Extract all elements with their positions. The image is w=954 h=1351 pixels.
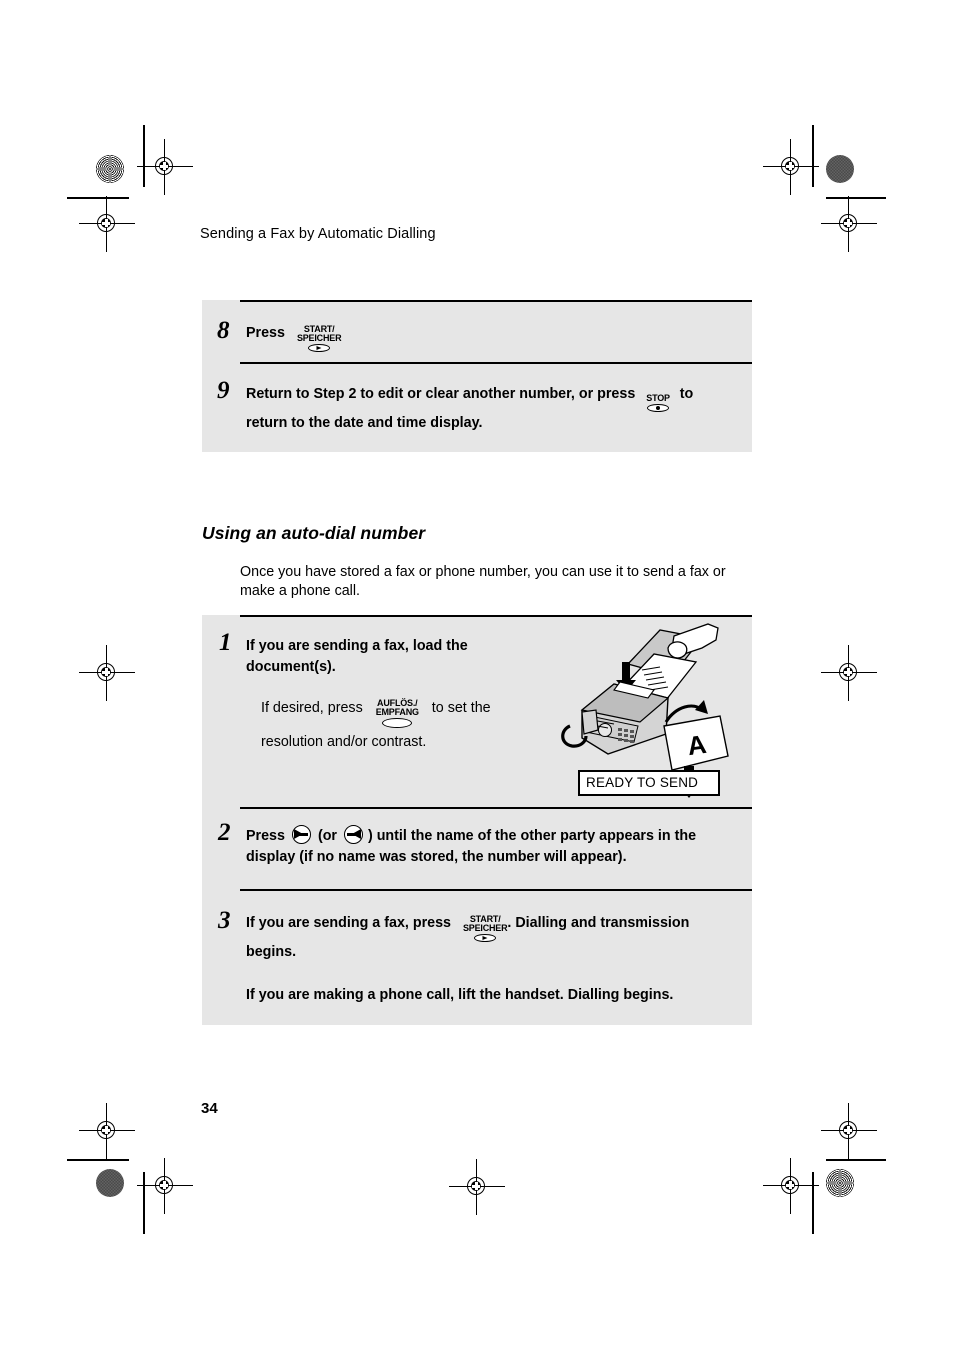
lcd-display-text: READY TO SEND (586, 775, 699, 790)
start-speicher-key-step3-label-line2: SPEICHER (462, 923, 508, 933)
crop-line-bottom-right-horizontal (826, 1159, 886, 1161)
aufloes-empfang-key-oval (382, 718, 413, 728)
start-speicher-key-oval (308, 344, 331, 352)
halftone-patch-bottom-right (826, 1169, 854, 1197)
rule-above-step-2 (240, 807, 752, 809)
section-heading: Using an auto-dial number (202, 523, 426, 543)
left-arrow-key[interactable] (343, 825, 363, 844)
step-3-text-before: If you are sending a fax, press (246, 915, 451, 931)
step-3-body: If you are sending a fax, press START/ S… (246, 913, 746, 1006)
step-8-text-before: Press (246, 325, 285, 341)
step-number-9: 9 (217, 377, 230, 404)
step-number-8: 8 (217, 317, 230, 344)
registration-mark-bottom-right-inner (763, 1158, 819, 1214)
step-3-line2: begins. (246, 944, 297, 960)
step-2-text-middle: (or (317, 828, 337, 844)
step-8-body: Press START/ SPEICHER (246, 323, 746, 352)
halftone-patch-bottom-left (96, 1169, 124, 1197)
step-2-text-after: ) until the name of the other party appe… (367, 828, 697, 844)
registration-mark-bottom-center (449, 1159, 505, 1215)
rule-above-step-3 (240, 889, 752, 891)
step-number-2: 2 (218, 819, 231, 846)
registration-mark-top-right-inner (763, 139, 819, 195)
right-arrow-key[interactable] (291, 825, 311, 844)
right-arrow-head-icon (293, 829, 303, 840)
crop-line-bottom-right-vertical (812, 1172, 814, 1234)
lcd-display: READY TO SEND (578, 770, 720, 796)
step-1-substep: If desired, press AUFLÖS./ EMPFANG to se… (261, 694, 561, 756)
start-speicher-key-step3-oval (474, 934, 497, 942)
triangle-icon (316, 346, 322, 350)
dot-icon (656, 406, 661, 410)
step-3-line3: If you are making a phone call, lift the… (246, 987, 674, 1003)
registration-mark-top-left-outer (79, 196, 135, 252)
crop-line-bottom-left-horizontal (67, 1159, 129, 1161)
stop-key[interactable]: STOP (646, 393, 670, 412)
crop-line-top-left-vertical (143, 125, 145, 187)
step-9-text-before: Return to Step 2 to edit or clear anothe… (246, 386, 636, 402)
step-2-text-before: Press (246, 828, 285, 844)
left-arrow-head-icon (351, 829, 361, 840)
halftone-patch-top-right (826, 155, 854, 183)
crop-line-bottom-left-vertical (143, 1172, 145, 1234)
section-intro-text: Once you have stored a fax or phone numb… (240, 564, 726, 599)
aufloes-empfang-key-label-line2: EMPFANG (375, 707, 419, 717)
registration-mark-mid-right (821, 645, 877, 701)
step-9-line2: return to the date and time display. (246, 415, 483, 431)
step-2-body: Press (or ) until the name of the other … (246, 825, 746, 868)
start-speicher-key[interactable]: START/ SPEICHER (296, 324, 342, 352)
start-speicher-key-label-line2: SPEICHER (296, 333, 342, 343)
step-number-1: 1 (219, 629, 232, 656)
step-1-sub-text-before: If desired, press (261, 700, 363, 716)
registration-mark-bottom-left-outer (79, 1103, 135, 1159)
start-speicher-key-step3[interactable]: START/ SPEICHER (462, 914, 508, 942)
registration-mark-bottom-right-outer (821, 1103, 877, 1159)
step-number-3: 3 (218, 907, 231, 934)
running-head: Sending a Fax by Automatic Dialling (200, 226, 436, 242)
page-number: 34 (201, 1100, 218, 1117)
stop-key-label: STOP (646, 393, 670, 403)
registration-mark-bottom-left-inner (137, 1158, 193, 1214)
step-2-line2: display (if no name was stored, the numb… (246, 849, 627, 865)
rule-above-step-9 (240, 362, 752, 364)
crop-line-top-left-horizontal (67, 197, 129, 199)
step-1-line2: document(s). (246, 659, 336, 675)
aufloes-empfang-key[interactable]: AUFLÖS./ EMPFANG (375, 698, 419, 728)
step-1-line1: If you are sending a fax, load the (246, 638, 468, 654)
step-3-text-after: . Dialling and transmission (507, 915, 690, 931)
step-9-text-after: to (679, 386, 694, 402)
triangle-icon (482, 936, 488, 940)
step-1-sub-line2: resolution and/or contrast. (261, 734, 427, 750)
registration-mark-top-right-outer (821, 196, 877, 252)
registration-mark-top-left-inner (137, 139, 193, 195)
rule-above-step-8 (240, 300, 752, 302)
rule-above-step-1 (240, 615, 752, 617)
halftone-patch-top-left (96, 155, 124, 183)
step-9-body: Return to Step 2 to edit or clear anothe… (246, 384, 746, 434)
crop-line-top-right-horizontal (826, 197, 886, 199)
crop-line-top-right-vertical (812, 125, 814, 187)
step-1-sub-text-after: to set the (431, 700, 491, 716)
step-1-body: If you are sending a fax, load the docum… (246, 636, 546, 678)
stop-key-oval (647, 404, 670, 412)
registration-mark-mid-left (79, 645, 135, 701)
